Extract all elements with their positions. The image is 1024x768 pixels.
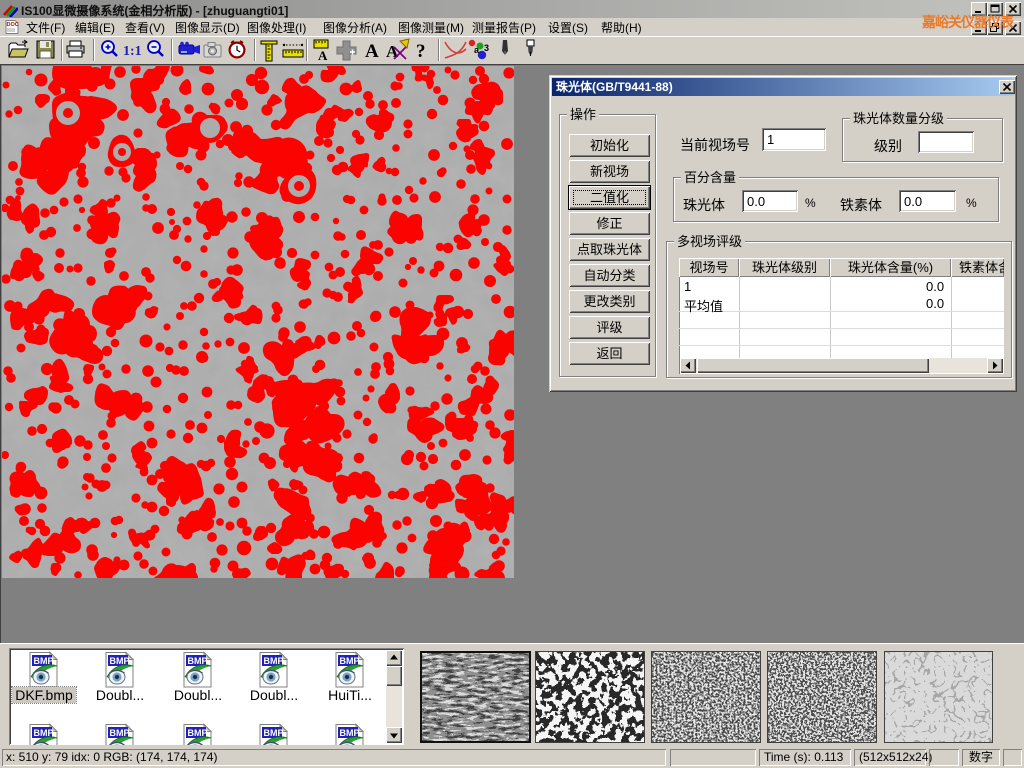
svg-text:?: ? bbox=[416, 41, 426, 62]
svg-text:3: 3 bbox=[484, 43, 489, 53]
svg-text:DOC: DOC bbox=[7, 22, 19, 28]
svg-text:A: A bbox=[386, 42, 399, 61]
svg-text:1:1: 1:1 bbox=[123, 44, 142, 59]
svg-text:A: A bbox=[365, 41, 379, 62]
svg-text:A: A bbox=[318, 48, 328, 63]
